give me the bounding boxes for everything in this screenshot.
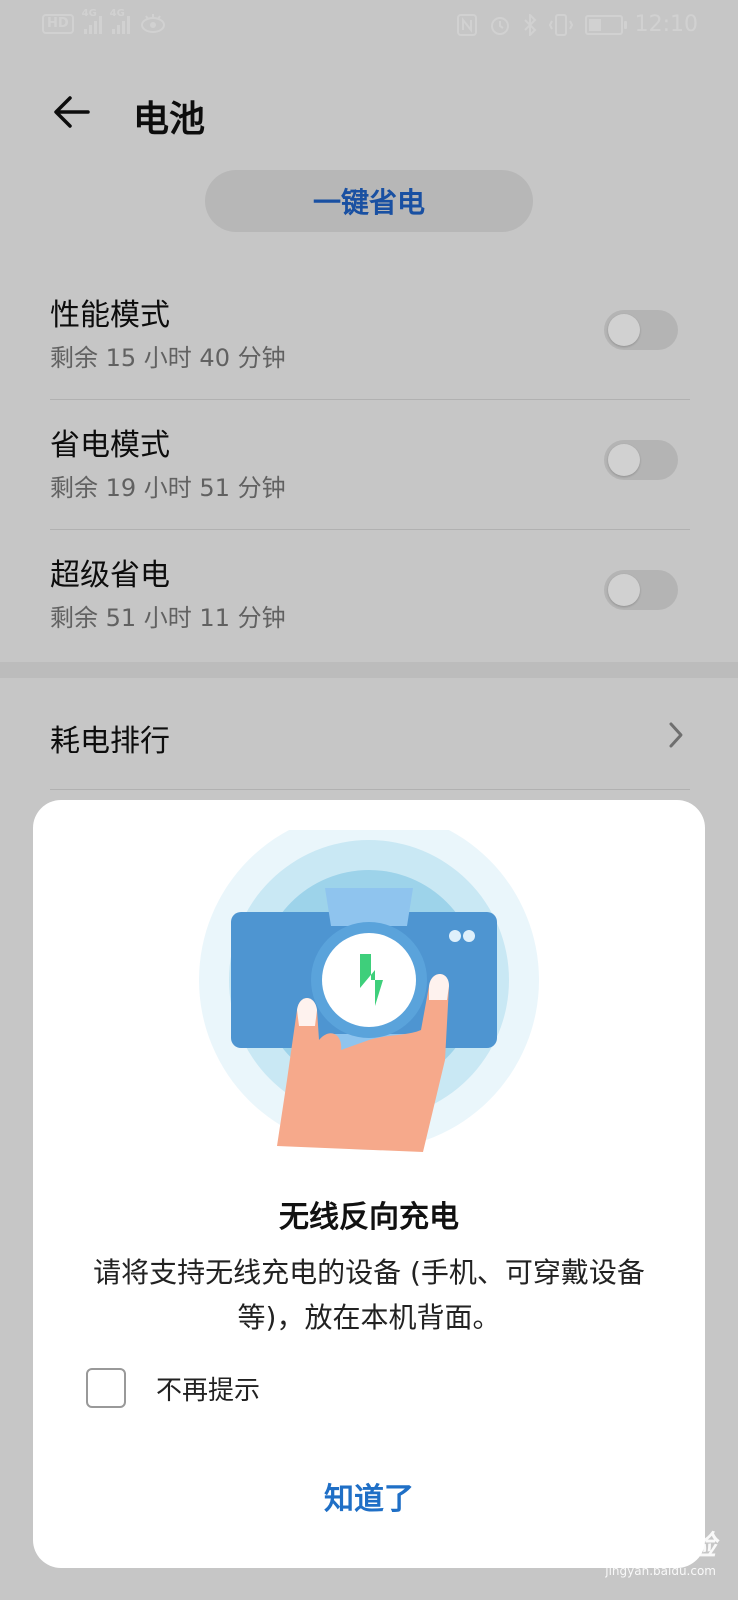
reverse-charging-dialog: 无线反向充电 请将支持无线充电的设备 (手机、可穿戴设备等)，放在本机背面。 不… bbox=[33, 800, 705, 1568]
dialog-title: 无线反向充电 bbox=[279, 1200, 459, 1235]
dont-remind-option[interactable]: 不再提示 bbox=[86, 1368, 260, 1408]
dialog-message: 请将支持无线充电的设备 (手机、可穿戴设备等)，放在本机背面。 bbox=[93, 1256, 645, 1334]
reverse-charging-illustration bbox=[199, 830, 539, 1152]
watermark-logo: Baidu经验 bbox=[570, 1529, 716, 1562]
dont-remind-label: 不再提示 bbox=[156, 1375, 261, 1406]
baidu-watermark: Baidu经验 jingyan.baidu.com bbox=[570, 1524, 716, 1578]
got-it-button[interactable]: 知道了 bbox=[269, 1464, 469, 1528]
dont-remind-checkbox[interactable] bbox=[86, 1368, 126, 1408]
watermark-url: jingyan.baidu.com bbox=[605, 1564, 716, 1578]
